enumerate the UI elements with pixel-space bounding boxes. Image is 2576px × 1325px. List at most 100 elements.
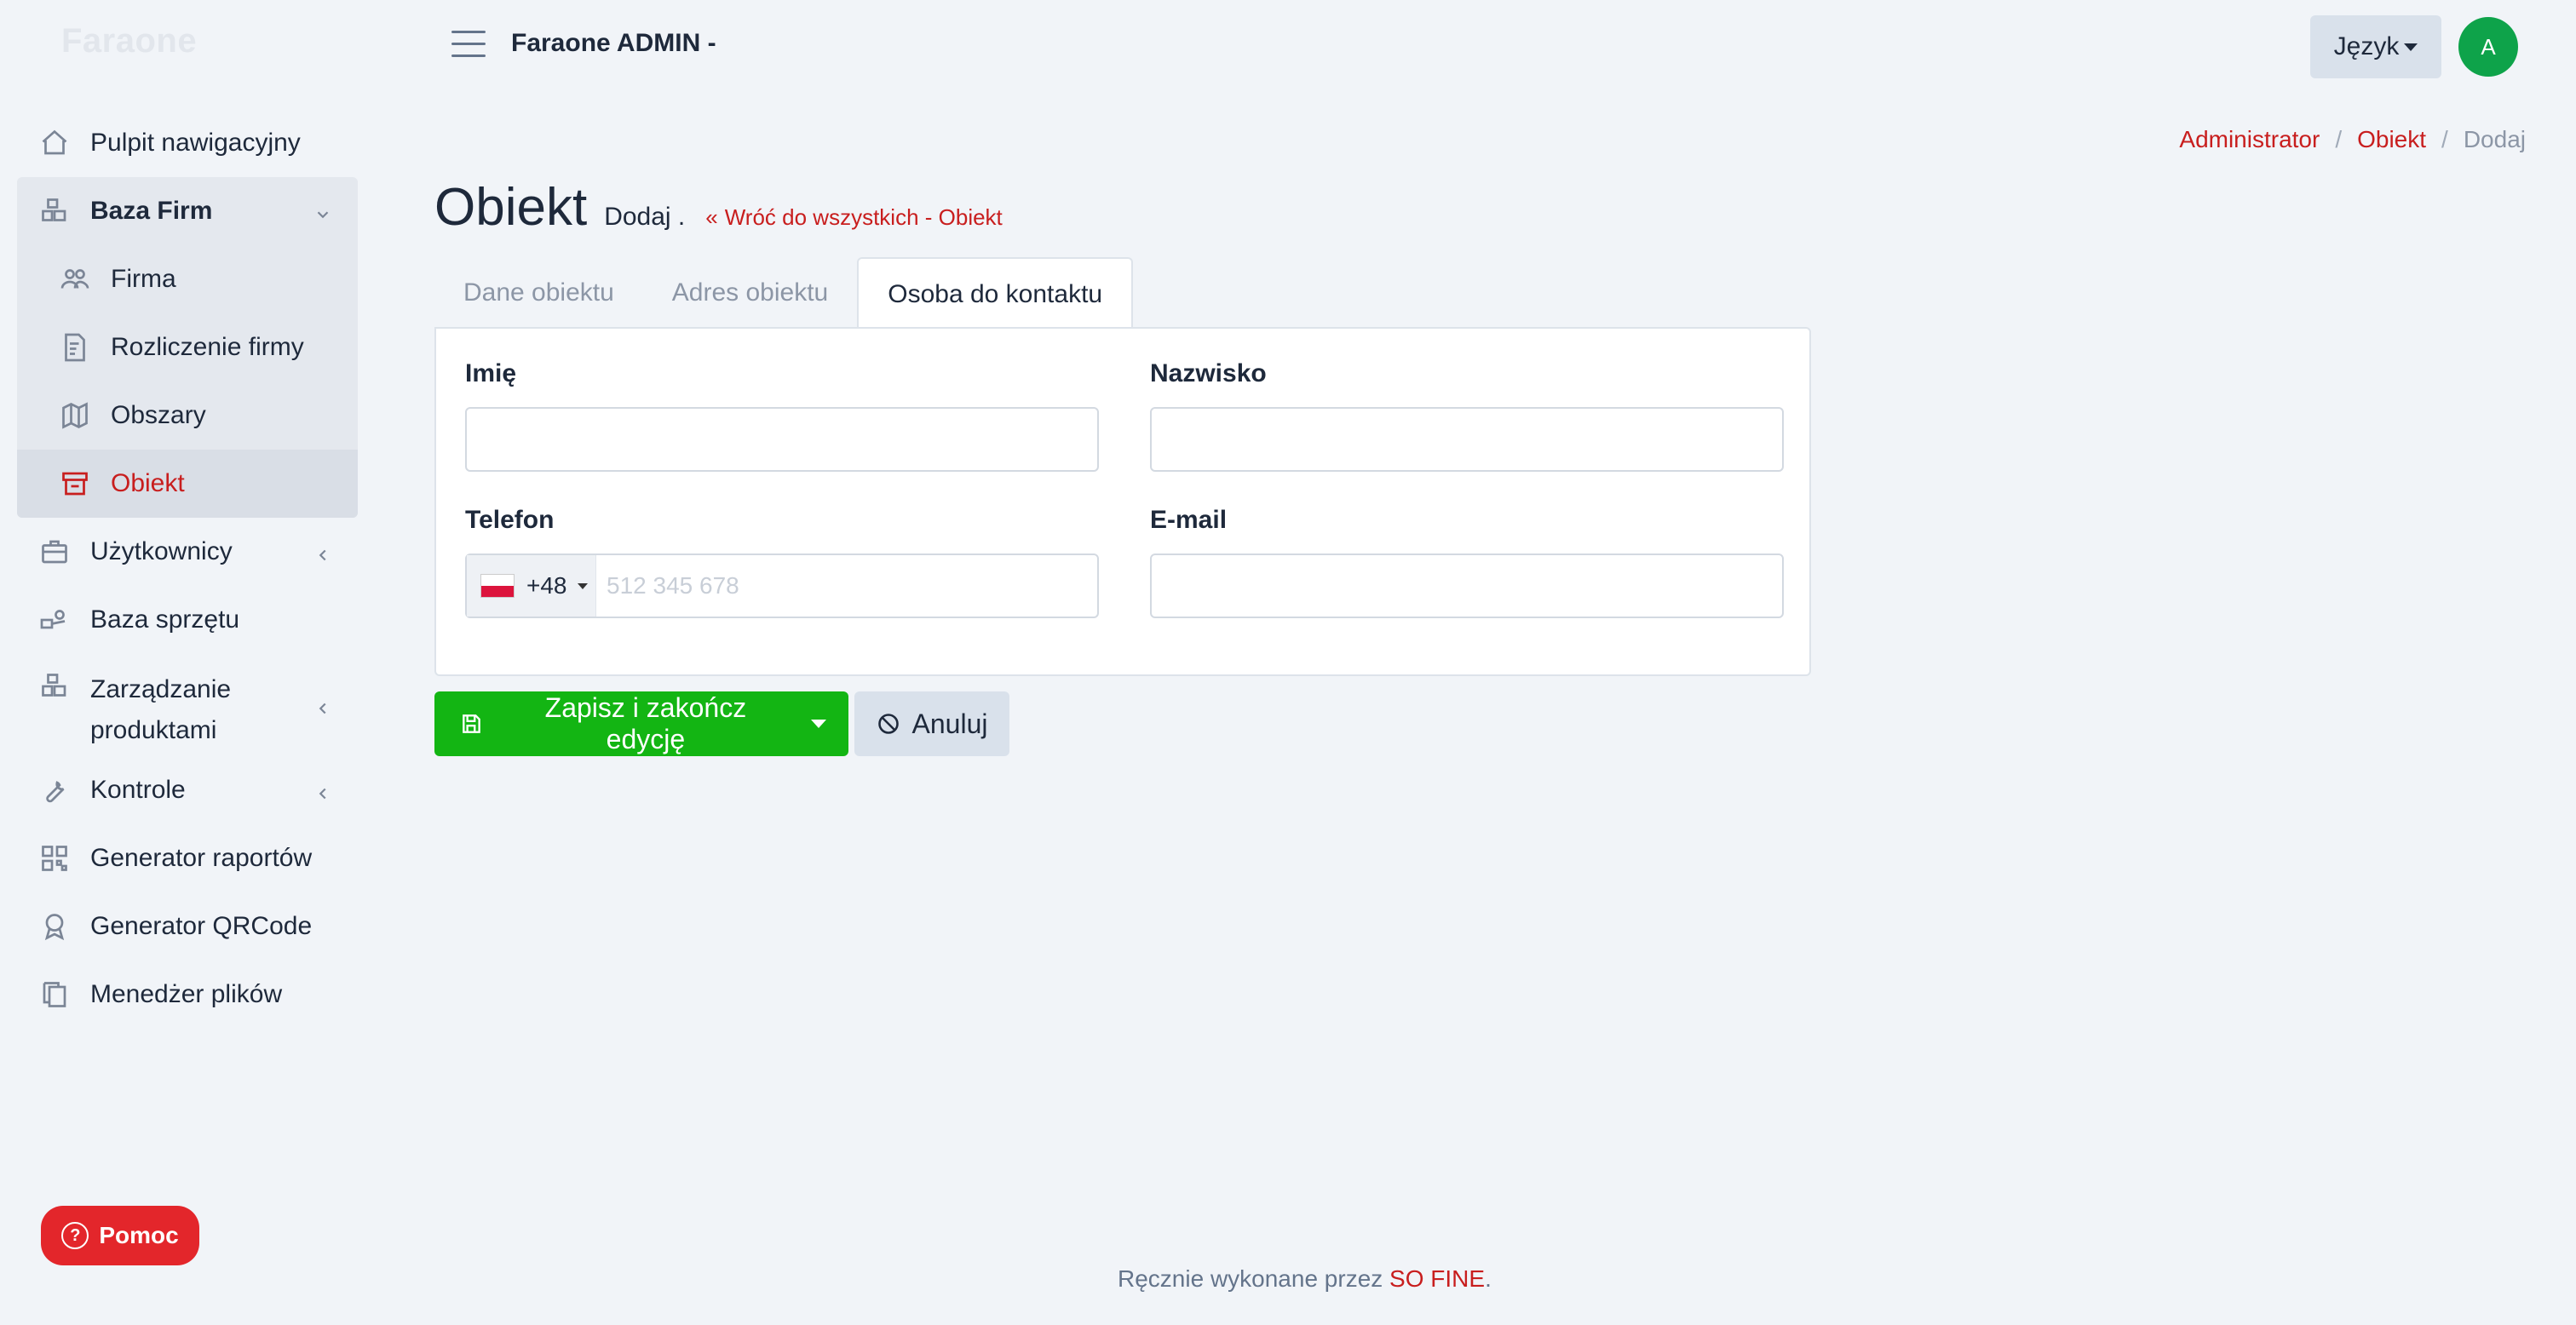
breadcrumb-link-administrator[interactable]: Administrator — [2179, 126, 2320, 153]
double-chevron-left-icon: « — [705, 204, 718, 230]
boxes-icon — [37, 194, 72, 228]
sidebar-item-kontrole[interactable]: Kontrole — [17, 756, 358, 824]
award-icon — [37, 909, 72, 944]
poland-flag-icon — [480, 574, 515, 598]
app-title: Faraone ADMIN - — [511, 29, 716, 57]
breadcrumb-separator: / — [2441, 126, 2448, 152]
country-code: +48 — [526, 572, 567, 599]
first-name-input[interactable] — [465, 407, 1099, 472]
back-to-all-link[interactable]: «Wróć do wszystkich - Obiekt — [705, 204, 1003, 231]
sidebar-item-label: Użytkownicy — [90, 537, 233, 565]
email-field: E-mail — [1150, 506, 1784, 618]
sidebar-item-label: Generator QRCode — [90, 912, 313, 940]
last-name-input[interactable] — [1150, 407, 1784, 472]
breadcrumb-current: Dodaj — [2463, 126, 2526, 152]
question-circle-icon: ? — [61, 1222, 89, 1249]
sidebar-item-label: Kontrole — [90, 776, 186, 804]
sidebar-item-firma[interactable]: Firma — [17, 245, 358, 313]
footer-suffix: . — [1485, 1265, 1492, 1292]
copy-icon — [37, 978, 72, 1012]
language-dropdown-button[interactable]: Język — [2310, 15, 2441, 78]
caret-down-icon — [2404, 43, 2418, 51]
sidebar-item-obszary[interactable]: Obszary — [17, 381, 358, 450]
save-button-group: Zapisz i zakończ edycję — [434, 691, 848, 756]
footer-brand-link[interactable]: SO FINE — [1389, 1265, 1485, 1292]
language-label: Język — [2333, 32, 2400, 60]
first-name-label: Imię — [465, 359, 517, 387]
qrcode-icon — [37, 841, 72, 875]
menu-toggle-icon[interactable] — [451, 31, 486, 60]
back-link-label: Wróć do wszystkich - Obiekt — [724, 204, 1003, 230]
breadcrumb-separator: / — [2335, 126, 2343, 152]
equipment-icon — [37, 603, 72, 637]
sidebar-item-label: Baza Firm — [90, 197, 213, 225]
sidebar-item-zarzadzanie-produktami[interactable]: Zarządzanie produktami — [17, 654, 358, 756]
chevron-left-icon — [313, 542, 332, 561]
building-icon — [58, 467, 92, 501]
users-icon — [58, 262, 92, 296]
tab-dane-obiektu[interactable]: Dane obiektu — [434, 257, 643, 329]
cancel-button-label: Anuluj — [911, 708, 988, 739]
sidebar-item-label: Menedżer plików — [90, 980, 283, 1008]
floppy-disk-icon — [463, 714, 480, 733]
sidebar: Pulpit nawigacyjny Baza Firm Firma Rozli… — [17, 109, 358, 1029]
sidebar-item-generator-qrcode[interactable]: Generator QRCode — [17, 892, 358, 961]
chevron-down-icon — [313, 202, 332, 221]
chevron-left-icon — [313, 781, 332, 800]
last-name-label: Nazwisko — [1150, 359, 1267, 387]
sidebar-item-label: Obszary — [111, 401, 206, 429]
sidebar-item-generator-raportow[interactable]: Generator raportów — [17, 824, 358, 892]
home-icon — [37, 126, 72, 160]
page-title: Obiekt — [434, 178, 588, 237]
breadcrumb: Administrator / Obiekt / Dodaj — [2179, 126, 2526, 153]
save-and-finish-button[interactable]: Zapisz i zakończ edycję — [434, 691, 789, 756]
sidebar-item-label: Generator raportów — [90, 844, 313, 872]
form-tabs: Dane obiektu Adres obiektu Osoba do kont… — [434, 257, 1134, 330]
brand-logo[interactable]: Faraone — [61, 22, 197, 60]
page-header: Obiekt Dodaj . «Wróć do wszystkich - Obi… — [434, 177, 1003, 238]
phone-label: Telefon — [465, 506, 555, 534]
contact-form-card: Imię Nazwisko Telefon +48 E-mail — [434, 327, 1811, 676]
save-button-label: Zapisz i zakończ edycję — [544, 692, 747, 754]
sidebar-item-label: Rozliczenie firmy — [111, 333, 304, 361]
phone-field: Telefon +48 — [465, 506, 1099, 618]
sidebar-item-uzytkownicy[interactable]: Użytkownicy — [17, 518, 358, 586]
briefcase-icon — [37, 535, 72, 569]
email-label: E-mail — [1150, 506, 1228, 534]
sidebar-item-rozliczenie-firmy[interactable]: Rozliczenie firmy — [17, 313, 358, 381]
sidebar-item-baza-sprzetu[interactable]: Baza sprzętu — [17, 586, 358, 654]
chevron-left-icon — [313, 696, 332, 714]
save-options-dropdown-button[interactable] — [789, 691, 848, 756]
map-pin-icon — [58, 399, 92, 433]
sidebar-item-label: Baza sprzętu — [90, 605, 240, 634]
invoice-icon — [58, 330, 92, 364]
first-name-field: Imię — [465, 359, 1099, 472]
page-subtitle: Dodaj . — [604, 203, 686, 231]
help-button-label: Pomoc — [99, 1222, 179, 1248]
sidebar-item-menedzer-plikow[interactable]: Menedżer plików — [17, 961, 358, 1029]
country-code-dropdown[interactable]: +48 — [467, 555, 596, 617]
sidebar-item-label: Firma — [111, 265, 176, 293]
breadcrumb-link-obiekt[interactable]: Obiekt — [2357, 126, 2426, 153]
sidebar-item-label: Obiekt — [111, 469, 185, 497]
sidebar-group-baza-firm: Baza Firm Firma Rozliczenie firmy Obszar… — [17, 177, 358, 518]
caret-down-icon — [811, 720, 826, 728]
caret-down-icon — [577, 582, 588, 589]
sidebar-item-label: Pulpit nawigacyjny — [90, 129, 301, 157]
cancel-button[interactable]: Anuluj — [854, 691, 1009, 756]
phone-input[interactable] — [596, 555, 1097, 617]
sidebar-item-baza-firm[interactable]: Baza Firm — [17, 177, 358, 245]
help-button[interactable]: ? Pomoc — [41, 1206, 199, 1265]
boxes-icon — [37, 669, 72, 703]
avatar[interactable]: A — [2458, 17, 2518, 77]
sidebar-item-dashboard[interactable]: Pulpit nawigacyjny — [17, 109, 358, 177]
last-name-field: Nazwisko — [1150, 359, 1784, 472]
tab-adres-obiektu[interactable]: Adres obiektu — [643, 257, 857, 329]
phone-input-group: +48 — [465, 554, 1099, 618]
tab-osoba-do-kontaktu[interactable]: Osoba do kontaktu — [857, 257, 1134, 330]
email-input[interactable] — [1150, 554, 1784, 618]
ban-icon — [877, 714, 899, 734]
wrench-icon — [37, 773, 72, 807]
sidebar-item-obiekt[interactable]: Obiekt — [17, 450, 358, 518]
sidebar-item-label: Zarządzanie produktami — [90, 675, 232, 744]
